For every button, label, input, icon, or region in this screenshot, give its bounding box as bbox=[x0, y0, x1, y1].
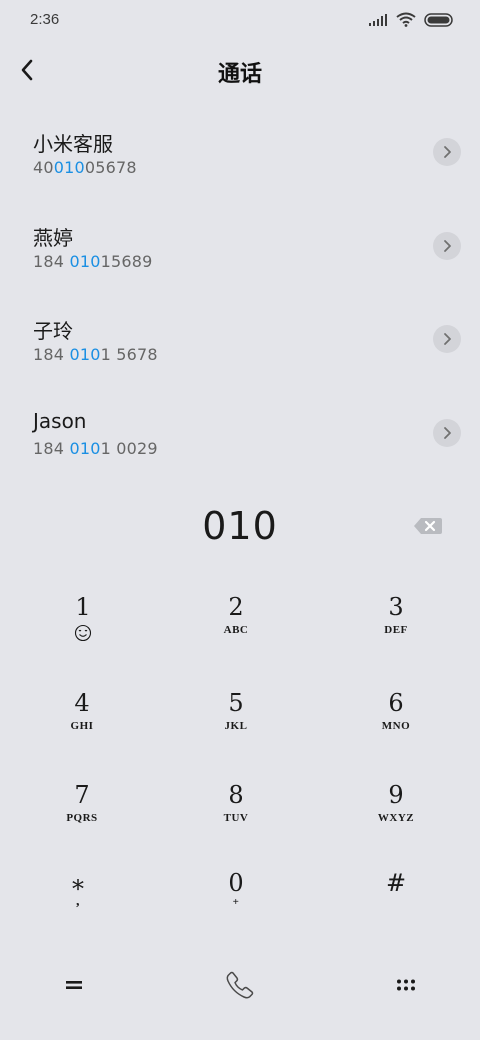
key-digit: # bbox=[385, 869, 407, 897]
key-digit: 5 bbox=[228, 689, 244, 717]
chevron-right-icon bbox=[444, 146, 451, 158]
key-2[interactable]: 2 ABC bbox=[166, 592, 306, 672]
page-title: 通话 bbox=[217, 62, 262, 87]
call-button[interactable] bbox=[210, 960, 270, 1010]
dial-display: 010 bbox=[0, 500, 480, 560]
status-bar: 2:36 bbox=[0, 0, 480, 40]
key-3[interactable]: 3 DEF bbox=[326, 592, 466, 672]
key-4[interactable]: 4 GHI bbox=[12, 688, 152, 768]
number-suffix: 15689 bbox=[100, 251, 153, 271]
key-digit: 6 bbox=[388, 689, 404, 717]
phone-icon bbox=[226, 971, 254, 999]
number-match: 010 bbox=[69, 345, 101, 364]
key-8[interactable]: 8 TUV bbox=[166, 780, 306, 860]
number-prefix: 184 bbox=[33, 345, 70, 364]
key-letters: DEF bbox=[384, 624, 408, 636]
number-match: 010 bbox=[69, 438, 101, 458]
key-digit: 2 bbox=[228, 593, 244, 621]
contact-number: 184 01015689 bbox=[33, 252, 152, 271]
signal-icon bbox=[369, 13, 387, 26]
battery-icon bbox=[424, 12, 453, 27]
contact-name: 燕婷 bbox=[33, 225, 73, 250]
key-letters: JKL bbox=[224, 720, 248, 732]
number-prefix: 184 bbox=[33, 251, 70, 271]
key-5[interactable]: 5 JKL bbox=[166, 688, 306, 768]
contact-number: 184 0101 0029 bbox=[33, 439, 158, 458]
key-letters: WXYZ bbox=[377, 812, 415, 824]
chevron-right-icon bbox=[444, 333, 451, 345]
key-letters: GHI bbox=[70, 720, 94, 732]
contact-item[interactable]: 燕婷 184 01015689 bbox=[0, 212, 480, 306]
key-1[interactable]: 1 bbox=[13, 592, 153, 672]
key-star[interactable]: * , bbox=[8, 874, 148, 954]
number-suffix: 05678 bbox=[84, 158, 137, 177]
contact-detail-button[interactable] bbox=[433, 325, 461, 353]
number-prefix: 40 bbox=[33, 158, 54, 177]
contact-item[interactable]: Jason 184 0101 0029 bbox=[0, 399, 480, 493]
contact-detail-button[interactable] bbox=[433, 418, 461, 447]
dialed-number: 010 bbox=[202, 504, 278, 548]
contact-detail-button[interactable] bbox=[433, 231, 461, 260]
contact-number: 4001005678 bbox=[33, 158, 137, 177]
key-letters: MNO bbox=[381, 720, 411, 732]
key-letters: , bbox=[76, 894, 80, 909]
contact-name: Jason bbox=[33, 408, 87, 433]
key-digit: 3 bbox=[388, 593, 404, 621]
header: 通话 bbox=[0, 48, 480, 92]
backspace-button[interactable] bbox=[412, 514, 444, 538]
contact-list: 小米客服 4001005678 燕婷 184 01015689 子玲 184 0… bbox=[0, 118, 480, 492]
key-digit: 9 bbox=[388, 781, 404, 809]
status-time: 2:36 bbox=[30, 11, 60, 28]
contact-item[interactable]: 小米客服 4001005678 bbox=[0, 118, 480, 212]
key-letters: ABC bbox=[223, 624, 249, 636]
chevron-right-icon bbox=[444, 426, 451, 439]
menu-toggle-button[interactable] bbox=[44, 960, 104, 1010]
contact-name: 小米客服 bbox=[33, 132, 113, 156]
number-match: 010 bbox=[69, 251, 101, 271]
key-digit: 1 bbox=[75, 593, 91, 621]
key-hash[interactable]: # bbox=[326, 868, 466, 948]
number-suffix: 1 5678 bbox=[100, 345, 158, 364]
number-prefix: 184 bbox=[33, 438, 70, 458]
number-suffix: 1 0029 bbox=[100, 438, 158, 458]
voicemail-emoji-icon bbox=[74, 624, 92, 642]
backspace-icon bbox=[414, 518, 442, 534]
contact-number: 184 0101 5678 bbox=[33, 345, 158, 364]
chevron-right-icon bbox=[444, 239, 451, 252]
number-match: 010 bbox=[53, 158, 85, 177]
key-9[interactable]: 9 WXYZ bbox=[326, 780, 466, 860]
key-letters: TUV bbox=[223, 812, 249, 824]
key-digit: 4 bbox=[74, 689, 90, 717]
dialpad-icon bbox=[397, 979, 415, 991]
wifi-icon bbox=[396, 12, 416, 27]
key-0[interactable]: 0 + bbox=[166, 868, 306, 948]
dialpad-toggle-button[interactable] bbox=[376, 960, 436, 1010]
contact-name: 子玲 bbox=[33, 319, 73, 343]
contact-detail-button[interactable] bbox=[433, 138, 461, 166]
bottom-bar bbox=[0, 960, 480, 1010]
key-6[interactable]: 6 MNO bbox=[326, 688, 466, 768]
contact-item[interactable]: 子玲 184 0101 5678 bbox=[0, 305, 480, 399]
key-letters: PQRS bbox=[66, 812, 98, 824]
status-icons bbox=[368, 12, 454, 27]
key-letters: + bbox=[232, 896, 240, 908]
equals-icon bbox=[66, 981, 82, 989]
key-digit: 0 bbox=[228, 869, 244, 897]
key-7[interactable]: 7 PQRS bbox=[12, 780, 152, 860]
key-digit: 8 bbox=[228, 781, 244, 809]
key-digit: 7 bbox=[74, 781, 90, 809]
